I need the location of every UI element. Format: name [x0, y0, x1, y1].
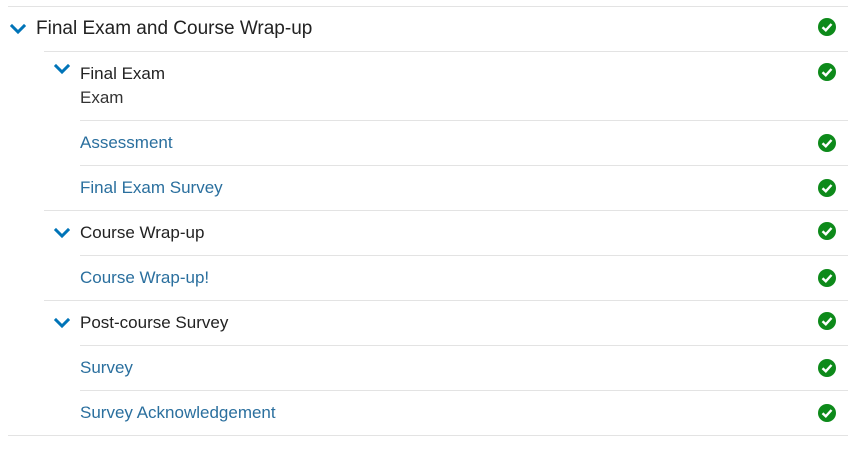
item-link[interactable]: Final Exam Survey — [80, 178, 223, 198]
check-circle-icon — [818, 222, 836, 240]
check-circle-icon — [818, 63, 836, 81]
list-item-final-exam-survey[interactable]: Final Exam Survey — [80, 165, 848, 210]
check-circle-icon — [818, 359, 836, 377]
course-outline: Final Exam and Course Wrap-up Final Exam… — [8, 6, 848, 436]
subsection-post-course-survey[interactable]: Post-course Survey — [44, 300, 848, 345]
item-link[interactable]: Survey — [80, 358, 133, 378]
bottom-divider — [8, 435, 848, 436]
list-item-course-wrap-up[interactable]: Course Wrap-up! — [80, 255, 848, 300]
section-final-exam-and-course-wrap-up[interactable]: Final Exam and Course Wrap-up — [8, 7, 848, 51]
chevron-down-icon[interactable] — [44, 317, 80, 329]
check-circle-icon — [818, 312, 836, 330]
check-circle-icon — [818, 179, 836, 197]
subsection-course-wrap-up[interactable]: Course Wrap-up — [44, 210, 848, 255]
list-item-assessment[interactable]: Assessment — [80, 120, 848, 165]
item-link[interactable]: Course Wrap-up! — [80, 268, 209, 288]
check-circle-icon — [818, 269, 836, 287]
chevron-down-icon[interactable] — [44, 52, 80, 86]
subsection-title[interactable]: Final Exam — [80, 62, 165, 86]
check-circle-icon — [818, 18, 836, 36]
item-link[interactable]: Assessment — [80, 133, 173, 153]
check-circle-icon — [818, 134, 836, 152]
item-link[interactable]: Survey Acknowledgement — [80, 403, 276, 423]
subsection-text: Final Exam Exam — [80, 52, 165, 110]
chevron-down-icon[interactable] — [0, 23, 36, 35]
section-title[interactable]: Final Exam and Course Wrap-up — [36, 18, 312, 40]
subsection-title[interactable]: Post-course Survey — [80, 311, 228, 335]
subsection-title[interactable]: Course Wrap-up — [80, 221, 204, 245]
check-circle-icon — [818, 404, 836, 422]
list-item-survey-acknowledgement[interactable]: Survey Acknowledgement — [80, 390, 848, 435]
subsection-final-exam[interactable]: Final Exam Exam — [44, 51, 848, 120]
subsection-subtitle: Exam — [80, 88, 124, 107]
chevron-down-icon[interactable] — [44, 227, 80, 239]
list-item-survey[interactable]: Survey — [80, 345, 848, 390]
